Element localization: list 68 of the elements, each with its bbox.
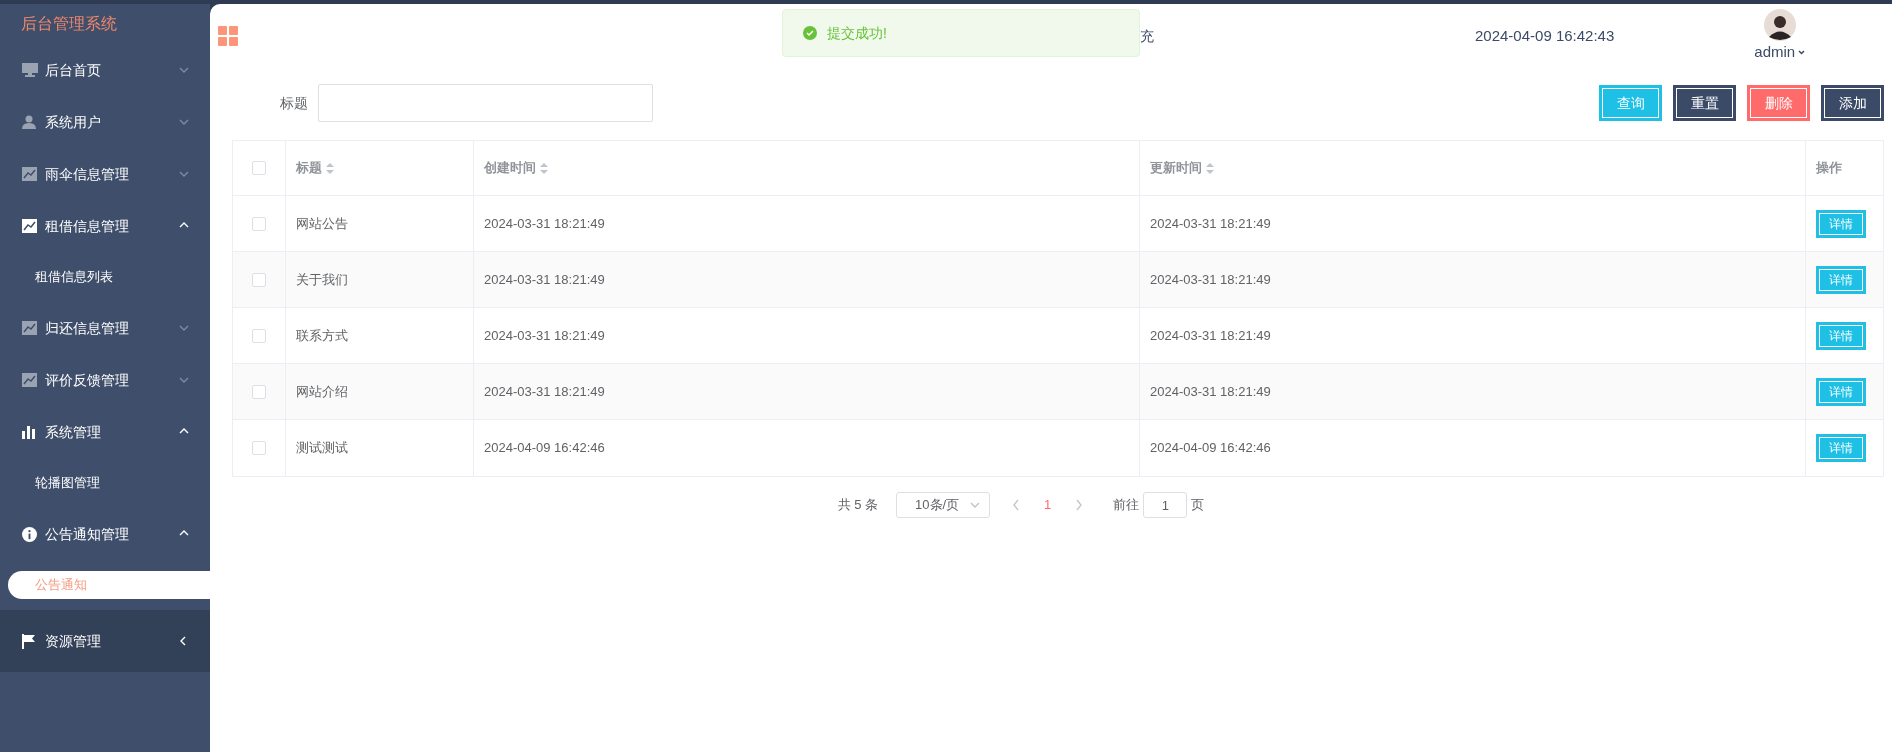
title-input[interactable] [318,84,653,122]
field-label: 标题 [280,93,308,113]
prev-page-icon[interactable] [1012,499,1021,511]
goto-suffix: 页 [1191,496,1205,515]
success-icon [803,26,817,40]
table-cell-text: 2024-03-31 18:21:49 [1150,214,1271,233]
table-cell-text: 2024-03-31 18:21:49 [1150,326,1271,345]
table-cell-text: 2024-03-31 18:21:49 [484,270,605,289]
chart-icon [22,167,37,181]
table-cell-text: 2024-03-31 18:21:49 [1150,270,1271,289]
table-cell-text: 2024-03-31 18:21:49 [484,382,605,401]
info-icon [22,526,37,542]
sidebar-subitem[interactable]: 轮播图管理 [0,458,210,508]
app-title: 后台管理系统 [21,14,117,34]
table-cell-text: 网站公告 [296,214,348,233]
table-cell-text: 网站介绍 [296,382,348,401]
checkbox[interactable] [252,216,266,231]
table-cell-text: 联系方式 [296,326,348,345]
flag-icon [22,633,35,649]
sort-icon[interactable] [1206,162,1214,174]
table-cell-text: 2024-04-09 16:42:46 [1150,439,1271,458]
sidebar-item[interactable]: 后台首页 [0,44,210,96]
column-header: 标题 [296,159,322,178]
page-input[interactable]: 1 [1143,492,1188,518]
goto-label: 前往 [1113,496,1140,515]
monitor-icon [22,63,38,77]
action-button[interactable]: 重置 [1673,85,1736,121]
chevron-down-icon [1798,49,1806,55]
table-cell-text: 2024-03-31 18:21:49 [1150,382,1271,401]
next-page-icon[interactable] [1075,499,1084,511]
table-cell-text: 关于我们 [296,270,348,289]
datetime: 2024-04-09 16:42:43 [1475,25,1615,46]
action-button[interactable]: 添加 [1821,85,1884,121]
grid-icon[interactable] [218,26,238,46]
toast-message: 提交成功! [827,23,887,43]
table-cell-text: 2024-04-09 16:42:46 [484,439,605,458]
sidebar-item[interactable]: 租借信息管理 [0,200,210,252]
user-icon [22,115,36,129]
checkbox[interactable] [252,272,266,287]
sidebar-item[interactable]: 归还信息管理 [0,302,210,354]
chart-icon [22,219,37,233]
checkbox[interactable] [252,161,266,175]
header-title: 充 [1140,28,1154,44]
sidebar-item[interactable]: 系统用户 [0,96,210,148]
table-cell-text: 2024-03-31 18:21:49 [484,326,605,345]
table-cell-text: 2024-03-31 18:21:49 [484,214,605,233]
checkbox[interactable] [252,441,266,455]
sort-icon[interactable] [540,162,548,174]
avatar-icon[interactable] [1763,8,1796,41]
sidebar-item[interactable]: 资源管理 [0,610,210,672]
chart-icon [22,373,37,387]
chart-icon [22,321,37,335]
checkbox[interactable] [252,328,266,343]
checkbox[interactable] [252,384,266,399]
sidebar-item[interactable]: 雨伞信息管理 [0,148,210,200]
table-cell-text: 测试测试 [296,439,348,458]
sidebar-item[interactable]: 公告通知管理 [0,508,210,560]
total-count: 共 5 条 [837,496,879,515]
user-menu[interactable]: admin [1754,40,1806,64]
sidebar-item[interactable]: 系统管理 [0,406,210,458]
sidebar-item[interactable]: 评价反馈管理 [0,354,210,406]
sort-icon[interactable] [326,162,334,174]
sidebar-subitem[interactable]: 租借信息列表 [0,252,210,302]
page-size-select[interactable]: 10条/页 [896,492,991,518]
column-header: 更新时间 [1150,159,1202,178]
column-header: 操作 [1816,159,1842,178]
column-header: 创建时间 [484,159,536,178]
bar-chart-icon [22,425,36,439]
